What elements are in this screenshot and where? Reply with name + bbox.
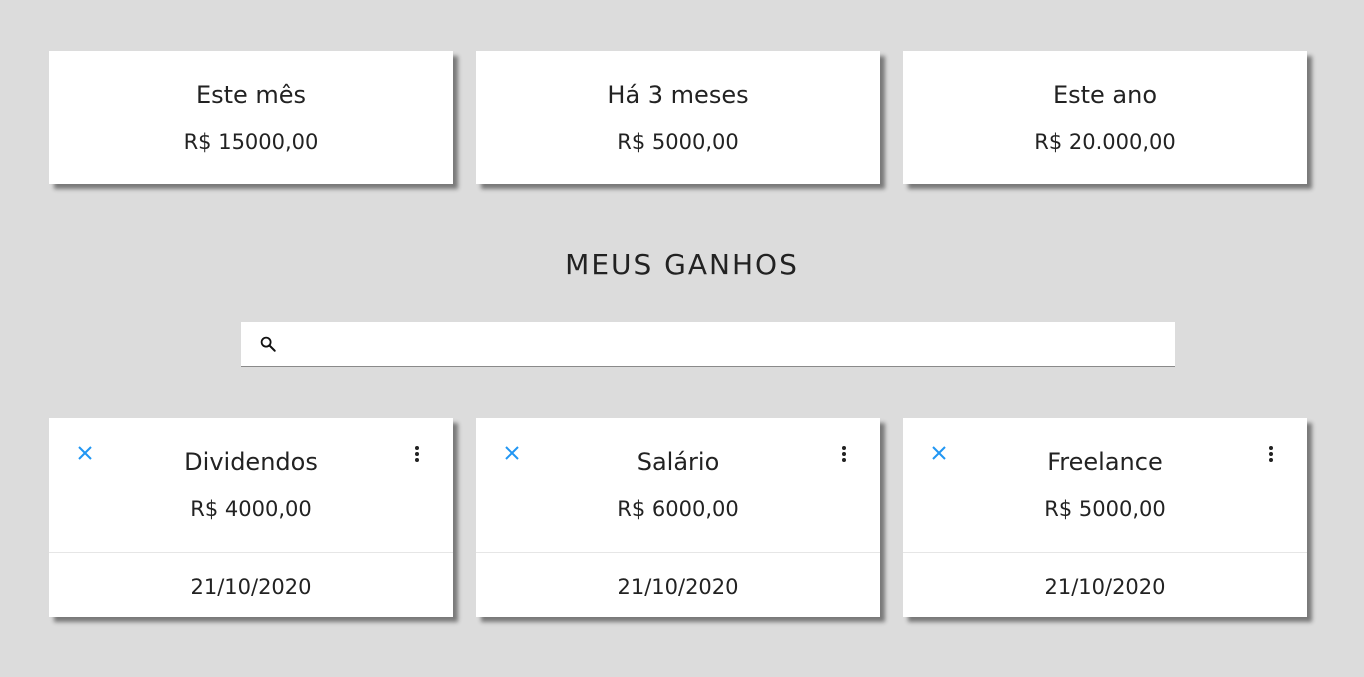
summary-title: Este mês bbox=[195, 81, 307, 109]
income-card: Freelance R$ 5000,00 21/10/2020 bbox=[903, 418, 1307, 617]
close-icon[interactable] bbox=[503, 444, 521, 462]
summary-value: R$ 5000,00 bbox=[617, 130, 739, 154]
income-card: Dividendos R$ 4000,00 21/10/2020 bbox=[49, 418, 453, 617]
summary-card-this-month: Este mês R$ 15000,00 bbox=[49, 51, 453, 184]
income-value: R$ 5000,00 bbox=[1044, 497, 1166, 521]
more-vertical-icon[interactable] bbox=[834, 444, 854, 464]
summary-title: Este ano bbox=[1052, 81, 1158, 109]
summary-title: Há 3 meses bbox=[607, 81, 749, 109]
search-icon bbox=[258, 334, 278, 354]
search-box[interactable] bbox=[241, 322, 1175, 367]
income-title: Salário bbox=[636, 448, 720, 476]
more-vertical-icon[interactable] bbox=[1261, 444, 1281, 464]
income-title: Freelance bbox=[1047, 448, 1163, 476]
close-icon[interactable] bbox=[76, 444, 94, 462]
income-date: 21/10/2020 bbox=[1044, 575, 1166, 599]
income-value: R$ 6000,00 bbox=[617, 497, 739, 521]
income-date: 21/10/2020 bbox=[617, 575, 739, 599]
income-card-header: Dividendos R$ 4000,00 bbox=[49, 418, 453, 553]
page-title: MEUS GANHOS bbox=[565, 248, 799, 281]
summary-value: R$ 20.000,00 bbox=[1034, 130, 1176, 154]
income-title: Dividendos bbox=[184, 448, 318, 476]
income-cards: Dividendos R$ 4000,00 21/10/2020 Salário… bbox=[49, 418, 1307, 617]
close-icon[interactable] bbox=[930, 444, 948, 462]
income-value: R$ 4000,00 bbox=[190, 497, 312, 521]
income-card-header: Freelance R$ 5000,00 bbox=[903, 418, 1307, 553]
income-card: Salário R$ 6000,00 21/10/2020 bbox=[476, 418, 880, 617]
income-card-header: Salário R$ 6000,00 bbox=[476, 418, 880, 553]
search-input[interactable] bbox=[278, 322, 1175, 366]
summary-cards: Este mês R$ 15000,00 Há 3 meses R$ 5000,… bbox=[49, 51, 1307, 184]
more-vertical-icon[interactable] bbox=[407, 444, 427, 464]
summary-card-three-months: Há 3 meses R$ 5000,00 bbox=[476, 51, 880, 184]
income-date: 21/10/2020 bbox=[190, 575, 312, 599]
summary-card-this-year: Este ano R$ 20.000,00 bbox=[903, 51, 1307, 184]
summary-value: R$ 15000,00 bbox=[183, 130, 319, 154]
